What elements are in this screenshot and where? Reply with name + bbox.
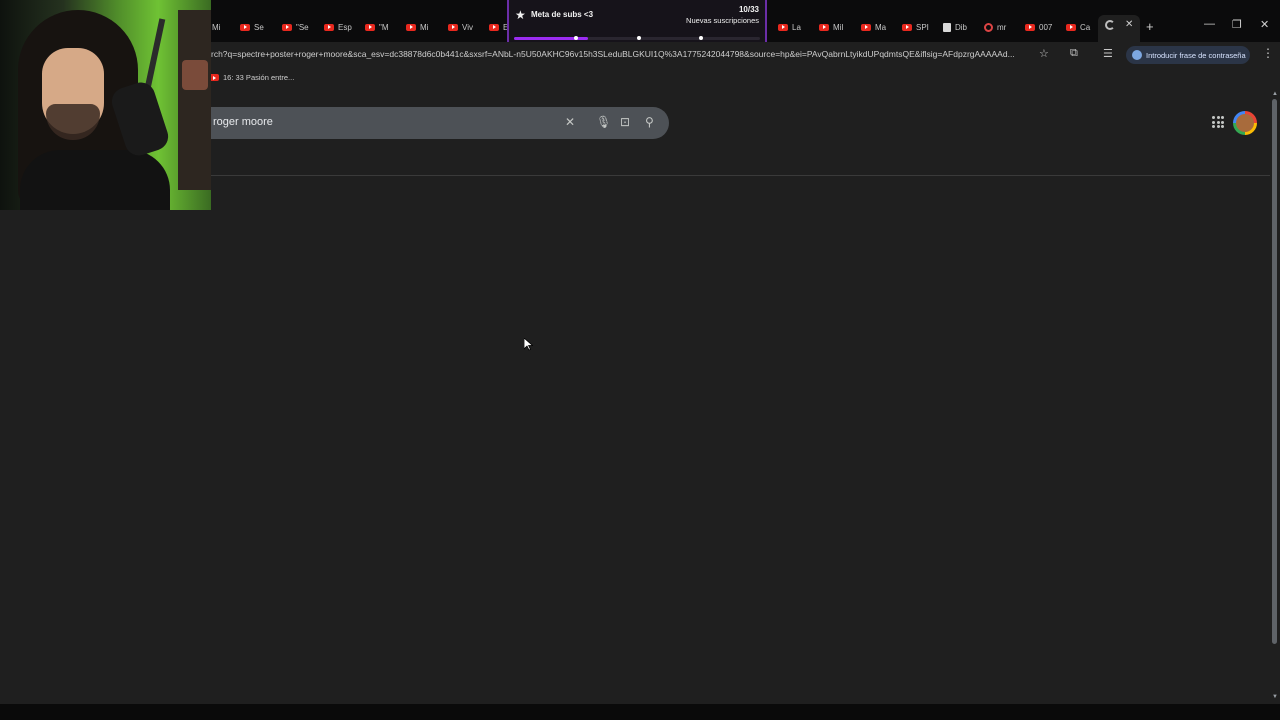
tab-title: Dib [955,22,968,32]
subs-goal-widget: ★ Meta de subs <3 10/33 Nuevas suscripci… [507,0,767,48]
tab-title: Mi [212,22,221,32]
background-shelf [178,10,211,190]
browser-tab[interactable]: Se [240,18,270,36]
youtube-icon [778,23,788,31]
password-passphrase-button[interactable]: Introducir frase de contraseña [1126,46,1250,64]
circle-icon [984,22,993,32]
browser-tab[interactable]: Viv [448,18,478,36]
clear-search-icon[interactable]: ✕ [565,115,575,129]
more-menu-icon[interactable]: ⋮ [1262,46,1274,60]
youtube-icon [324,23,334,31]
subs-goal-caption: Nuevas suscripciones [686,16,759,25]
tab-title: "Se [296,22,309,32]
browser-tab[interactable]: Esp [324,18,354,36]
subs-progress-track [514,36,760,40]
youtube-icon [282,23,292,31]
page-scrollbar[interactable]: ▲ ▼ [1270,89,1280,704]
scroll-up-icon[interactable]: ▲ [1272,91,1278,97]
browser-tab[interactable]: 007 [1025,18,1055,36]
tab-title: Ca [1080,22,1091,32]
address-bar[interactable]: rch?q=spectre+poster+roger+moore&sca_esv… [211,49,1031,59]
tab-title: mr [997,22,1007,32]
tab-title: 007 [1039,22,1053,32]
star-icon: ★ [515,8,526,22]
youtube-icon [819,23,829,31]
google-apps-icon[interactable] [1212,116,1224,128]
bookmark-star-icon[interactable]: ☆ [1039,47,1049,60]
browser-tab[interactable]: Mi [406,18,436,36]
bookmark-item[interactable]: 16: 33 Pasión entre... [209,73,294,82]
browser-tab[interactable]: La [778,18,808,36]
profile-sync-icon [1132,50,1142,60]
microphone-icon[interactable]: 🎙 [596,115,611,129]
browser-tab[interactable]: Ma [861,18,891,36]
streamer-body [20,150,170,210]
minimize-icon[interactable]: — [1204,18,1215,30]
document-icon [943,22,951,32]
scroll-thumb[interactable] [1272,99,1277,644]
tab-search-icon[interactable]: ☰ [1103,47,1113,60]
header-divider [200,175,1270,176]
browser-tab[interactable]: "Se [282,18,312,36]
progress-marker [699,36,703,40]
browser-tab[interactable]: Dib [943,18,973,36]
background-object [182,60,208,90]
tab-title: Se [254,22,264,32]
active-tab[interactable]: ✕ [1098,15,1140,42]
search-input[interactable]: roger moore [213,116,273,128]
subs-goal-count: 10/33 [738,5,759,14]
tab-title: La [792,22,801,32]
youtube-icon [240,23,250,31]
search-icon[interactable]: ⚲ [645,115,654,129]
youtube-icon [861,23,871,31]
browser-tab[interactable]: mr [984,18,1014,36]
youtube-icon [1025,23,1035,31]
youtube-icon [448,23,458,31]
browser-tab[interactable]: SPI [902,18,932,36]
youtube-icon [489,23,499,31]
subs-goal-title: Meta de subs <3 [531,10,594,19]
search-box[interactable]: roger moore ✕ 🎙 ⊡ ⚲ [200,107,669,139]
close-window-icon[interactable]: ✕ [1260,18,1269,31]
bookmark-label: 16: 33 Pasión entre... [223,73,295,82]
youtube-icon [1066,23,1076,31]
restore-icon[interactable]: ❐ [1232,18,1242,31]
browser-tab[interactable]: E [489,18,509,36]
youtube-icon [902,23,912,31]
browser-tab[interactable]: "M [365,18,395,36]
browser-tab[interactable]: Ca [1066,18,1094,36]
lens-camera-icon[interactable]: ⊡ [620,115,630,129]
extensions-icon[interactable]: ⧉ [1070,47,1078,60]
account-avatar[interactable] [1233,111,1257,135]
tab-title: Ma [875,22,887,32]
tab-title: Mi [420,22,429,32]
youtube-icon [365,23,375,31]
progress-marker [637,36,641,40]
tab-title: Viv [462,22,473,32]
password-pill-label: Introducir frase de contraseña [1146,50,1246,60]
google-icon [1105,20,1115,30]
tab-title: Mil [833,22,844,32]
tab-title: "M [379,22,389,32]
browser-tab[interactable]: Mil [819,18,849,36]
youtube-icon [406,23,416,31]
browser-tab[interactable]: Mi [212,18,234,36]
tab-title: Esp [338,22,352,32]
bottom-edge [0,704,1280,720]
scroll-down-icon[interactable]: ▼ [1272,694,1278,700]
tab-title: SPI [916,22,929,32]
new-tab-button[interactable]: + [1146,19,1154,34]
progress-marker [574,36,578,40]
webcam-overlay [0,0,211,210]
close-tab-icon[interactable]: ✕ [1125,19,1133,30]
